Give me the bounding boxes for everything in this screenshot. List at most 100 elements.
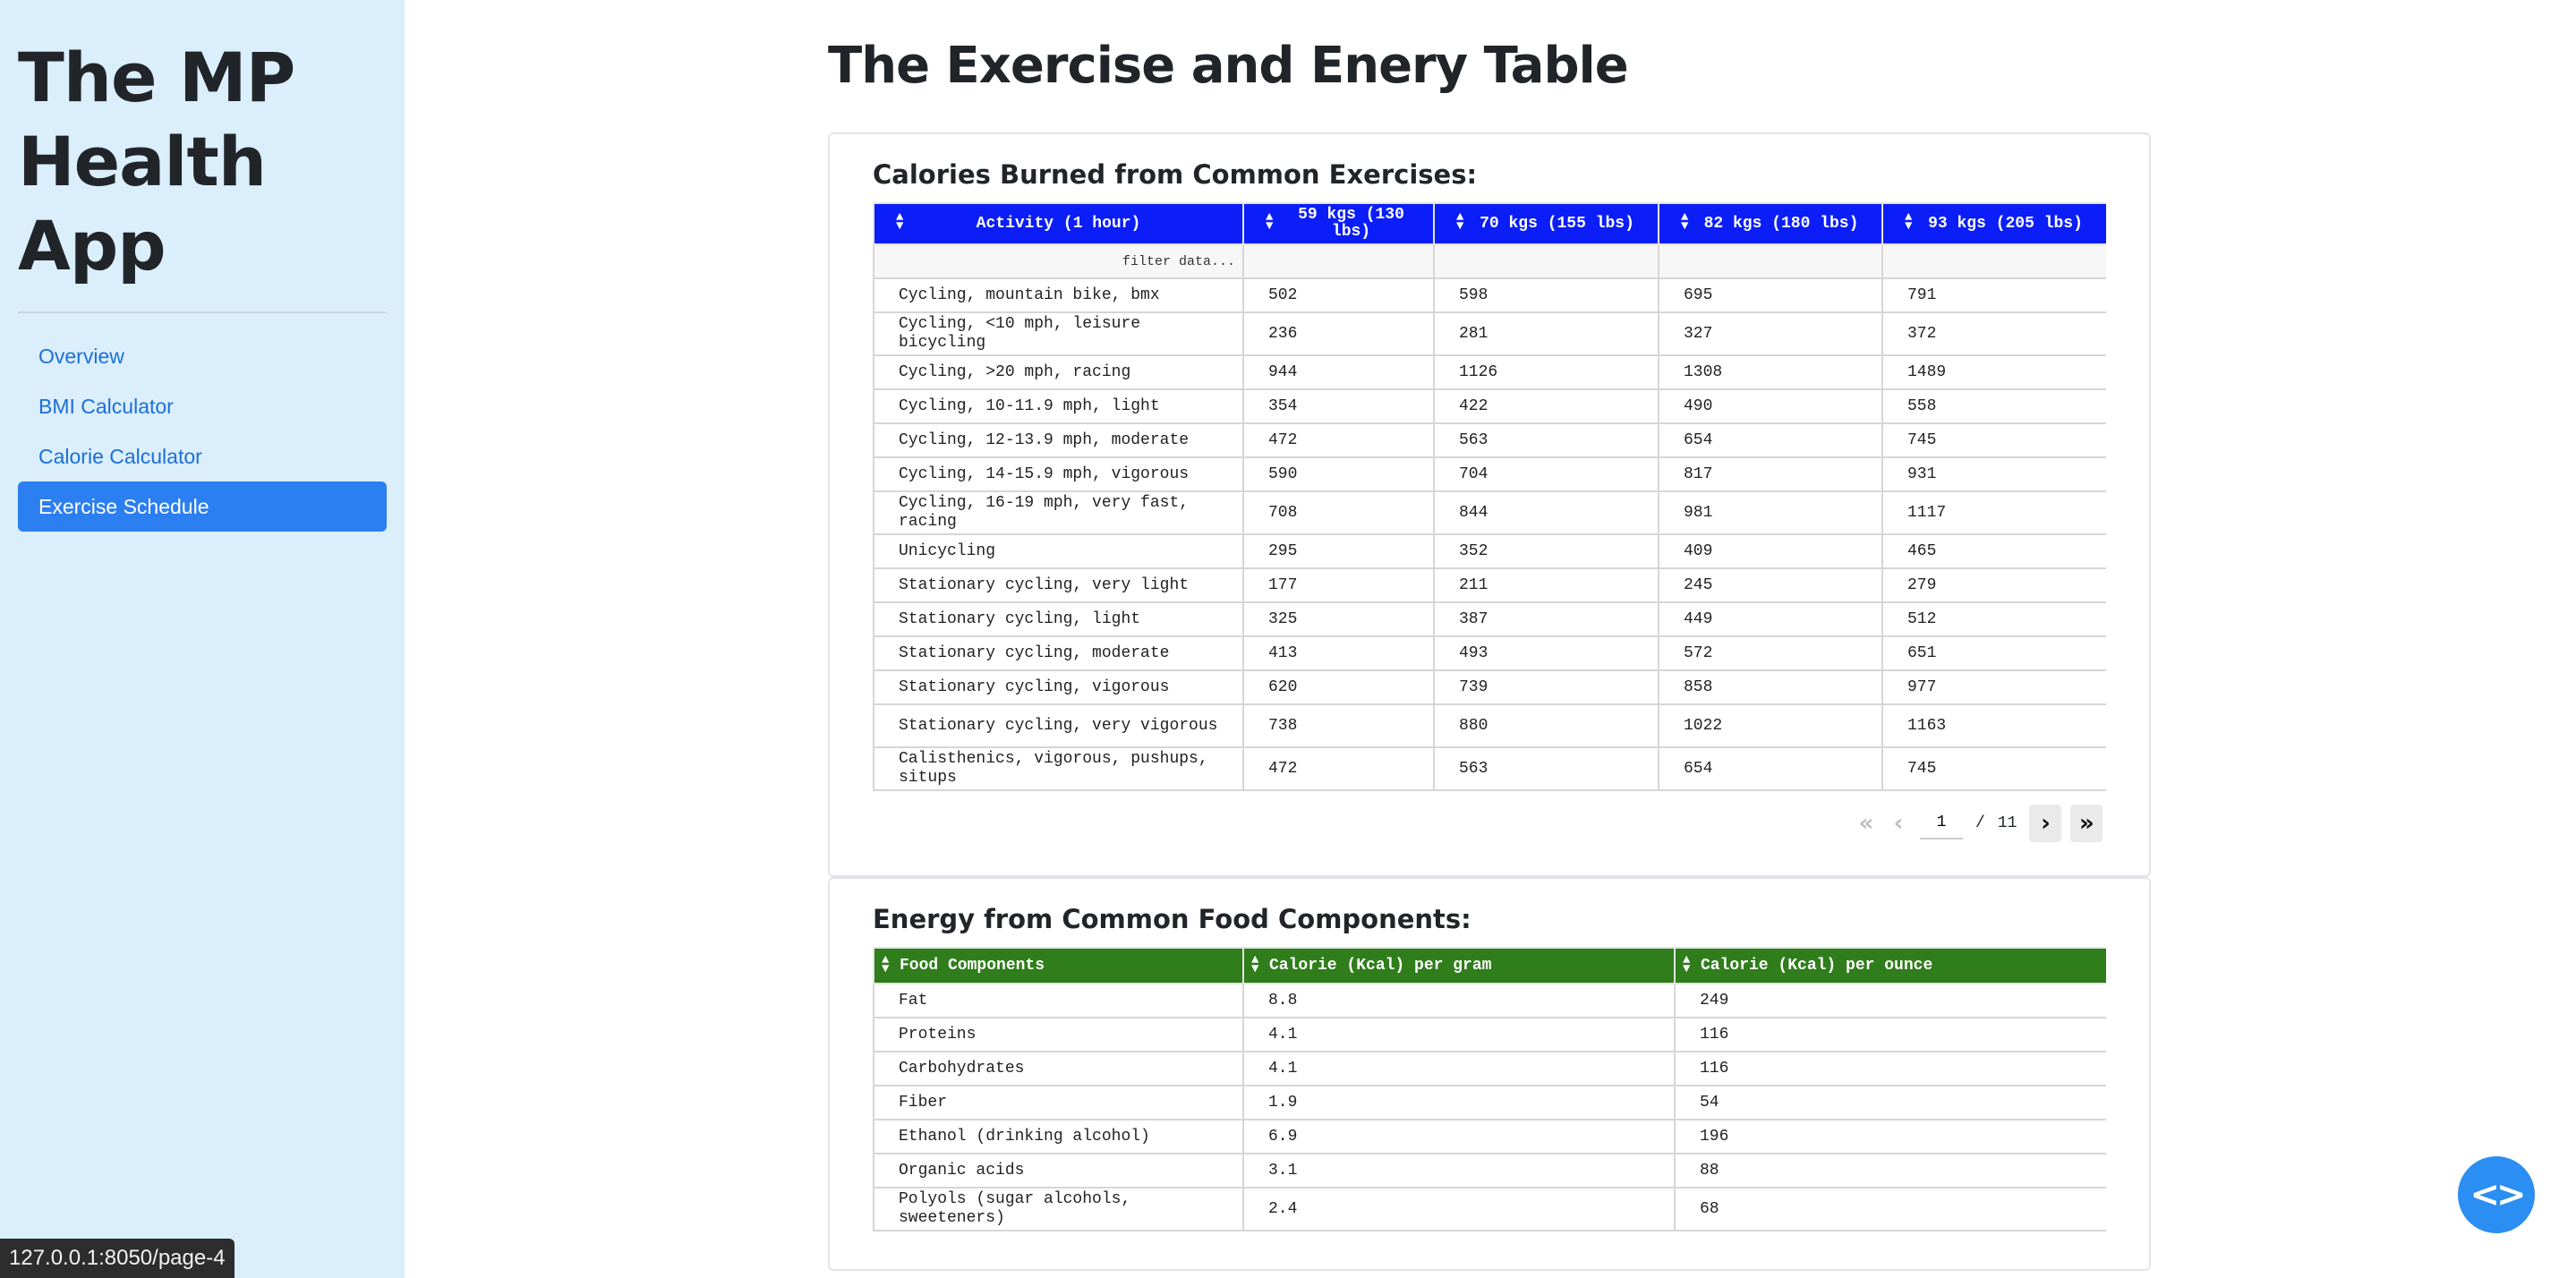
cell-kcal-per-ounce[interactable]: 54 <box>1674 1085 2106 1120</box>
cell-82kg[interactable]: 654 <box>1658 422 1883 458</box>
cell-59kg[interactable]: 708 <box>1242 490 1435 535</box>
cell-kcal-per-gram[interactable]: 8.8 <box>1242 983 1676 1018</box>
cell-93kg[interactable]: 791 <box>1881 277 2106 313</box>
cell-activity[interactable]: Calisthenics, vigorous, pushups, situps <box>873 746 1244 791</box>
filter-input-70kg[interactable] <box>1433 243 1659 279</box>
cell-activity[interactable]: Cycling, mountain bike, bmx <box>873 277 1244 313</box>
cell-kcal-per-gram[interactable]: 1.9 <box>1242 1085 1676 1120</box>
cell-food-component[interactable]: Ethanol (drinking alcohol) <box>873 1119 1244 1154</box>
cell-93kg[interactable]: 1163 <box>1881 703 2106 748</box>
cell-59kg[interactable]: 472 <box>1242 422 1435 458</box>
cell-70kg[interactable]: 211 <box>1433 567 1659 603</box>
sort-arrows-icon[interactable]: ▲ ▼ <box>882 954 889 976</box>
first-page-button[interactable]: « <box>1850 805 1882 842</box>
cell-activity[interactable]: Stationary cycling, vigorous <box>873 669 1244 705</box>
sort-arrows-icon[interactable]: ▲ ▼ <box>1683 954 1690 976</box>
cell-kcal-per-ounce[interactable]: 88 <box>1674 1153 2106 1189</box>
cell-59kg[interactable]: 177 <box>1242 567 1435 603</box>
cell-82kg[interactable]: 695 <box>1658 277 1883 313</box>
sort-arrows-icon[interactable]: ▲ ▼ <box>896 211 903 233</box>
column-header-70kg[interactable]: ▲ ▼ 70 kgs (155 lbs) <box>1433 202 1659 245</box>
cell-59kg[interactable]: 236 <box>1242 311 1435 356</box>
cell-93kg[interactable]: 931 <box>1881 456 2106 492</box>
cell-93kg[interactable]: 512 <box>1881 601 2106 637</box>
cell-93kg[interactable]: 1489 <box>1881 354 2106 390</box>
cell-93kg[interactable]: 465 <box>1881 533 2106 569</box>
cell-70kg[interactable]: 387 <box>1433 601 1659 637</box>
cell-activity[interactable]: Cycling, >20 mph, racing <box>873 354 1244 390</box>
cell-kcal-per-ounce[interactable]: 68 <box>1674 1187 2106 1231</box>
cell-activity[interactable]: Cycling, 12-13.9 mph, moderate <box>873 422 1244 458</box>
cell-82kg[interactable]: 1308 <box>1658 354 1883 390</box>
sort-arrows-icon[interactable]: ▲ ▼ <box>1681 211 1688 233</box>
cell-food-component[interactable]: Polyols (sugar alcohols, sweeteners) <box>873 1187 1244 1231</box>
cell-93kg[interactable]: 651 <box>1881 635 2106 671</box>
cell-activity[interactable]: Stationary cycling, very vigorous <box>873 703 1244 748</box>
cell-70kg[interactable]: 422 <box>1433 388 1659 424</box>
cell-82kg[interactable]: 409 <box>1658 533 1883 569</box>
column-header-kcal-per-gram[interactable]: ▲ ▼ Calorie (Kcal) per gram <box>1242 947 1676 984</box>
cell-93kg[interactable]: 558 <box>1881 388 2106 424</box>
cell-kcal-per-gram[interactable]: 4.1 <box>1242 1017 1676 1052</box>
cell-59kg[interactable]: 295 <box>1242 533 1435 569</box>
filter-input-93kg[interactable] <box>1881 243 2106 279</box>
cell-70kg[interactable]: 563 <box>1433 746 1659 791</box>
cell-82kg[interactable]: 490 <box>1658 388 1883 424</box>
cell-59kg[interactable]: 620 <box>1242 669 1435 705</box>
cell-82kg[interactable]: 858 <box>1658 669 1883 705</box>
sort-arrows-icon[interactable]: ▲ ▼ <box>1251 954 1258 976</box>
cell-82kg[interactable]: 654 <box>1658 746 1883 791</box>
cell-82kg[interactable]: 245 <box>1658 567 1883 603</box>
next-page-button[interactable]: › <box>2029 805 2062 842</box>
column-header-82kg[interactable]: ▲ ▼ 82 kgs (180 lbs) <box>1658 202 1883 245</box>
cell-kcal-per-gram[interactable]: 6.9 <box>1242 1119 1676 1154</box>
column-header-kcal-per-ounce[interactable]: ▲ ▼ Calorie (Kcal) per ounce <box>1674 947 2106 984</box>
column-header-93kg[interactable]: ▲ ▼ 93 kgs (205 lbs) <box>1881 202 2106 245</box>
cell-82kg[interactable]: 449 <box>1658 601 1883 637</box>
cell-93kg[interactable]: 279 <box>1881 567 2106 603</box>
prev-page-button[interactable]: ‹ <box>1882 805 1915 842</box>
cell-activity[interactable]: Cycling, <10 mph, leisure bicycling <box>873 311 1244 356</box>
cell-kcal-per-gram[interactable]: 2.4 <box>1242 1187 1676 1231</box>
cell-food-component[interactable]: Fat <box>873 983 1244 1018</box>
cell-70kg[interactable]: 493 <box>1433 635 1659 671</box>
cell-70kg[interactable]: 598 <box>1433 277 1659 313</box>
cell-food-component[interactable]: Carbohydrates <box>873 1051 1244 1086</box>
cell-93kg[interactable]: 1117 <box>1881 490 2106 535</box>
cell-82kg[interactable]: 817 <box>1658 456 1883 492</box>
sort-arrows-icon[interactable]: ▲ ▼ <box>1456 211 1463 233</box>
cell-activity[interactable]: Cycling, 16-19 mph, very fast, racing <box>873 490 1244 535</box>
cell-kcal-per-ounce[interactable]: 249 <box>1674 983 2106 1018</box>
cell-activity[interactable]: Stationary cycling, light <box>873 601 1244 637</box>
cell-59kg[interactable]: 738 <box>1242 703 1435 748</box>
filter-input-59kg[interactable] <box>1242 243 1435 279</box>
cell-59kg[interactable]: 325 <box>1242 601 1435 637</box>
cell-70kg[interactable]: 880 <box>1433 703 1659 748</box>
sort-arrows-icon[interactable]: ▲ ▼ <box>1266 211 1273 233</box>
cell-93kg[interactable]: 977 <box>1881 669 2106 705</box>
filter-input-activity[interactable]: filter data... <box>873 243 1244 279</box>
cell-food-component[interactable]: Proteins <box>873 1017 1244 1052</box>
cell-70kg[interactable]: 563 <box>1433 422 1659 458</box>
cell-59kg[interactable]: 590 <box>1242 456 1435 492</box>
nav-item-exercise-schedule[interactable]: Exercise Schedule <box>18 481 387 532</box>
column-header-activity[interactable]: ▲ ▼ Activity (1 hour) <box>873 202 1244 245</box>
cell-93kg[interactable]: 745 <box>1881 422 2106 458</box>
cell-activity[interactable]: Cycling, 10-11.9 mph, light <box>873 388 1244 424</box>
cell-82kg[interactable]: 327 <box>1658 311 1883 356</box>
cell-82kg[interactable]: 572 <box>1658 635 1883 671</box>
cell-kcal-per-ounce[interactable]: 116 <box>1674 1017 2106 1052</box>
page-number-input[interactable] <box>1920 807 1963 839</box>
exercise-table-scroll[interactable]: ▲ ▼ Activity (1 hour) ▲ ▼ 59 kgs (130 lbs) ▲… <box>873 202 2106 795</box>
cell-93kg[interactable]: 372 <box>1881 311 2106 356</box>
cell-59kg[interactable]: 502 <box>1242 277 1435 313</box>
cell-70kg[interactable]: 281 <box>1433 311 1659 356</box>
cell-59kg[interactable]: 354 <box>1242 388 1435 424</box>
cell-kcal-per-gram[interactable]: 4.1 <box>1242 1051 1676 1086</box>
cell-59kg[interactable]: 413 <box>1242 635 1435 671</box>
cell-82kg[interactable]: 981 <box>1658 490 1883 535</box>
nav-item-overview[interactable]: Overview <box>18 331 387 381</box>
cell-70kg[interactable]: 739 <box>1433 669 1659 705</box>
cell-kcal-per-ounce[interactable]: 116 <box>1674 1051 2106 1086</box>
column-header-food-components[interactable]: ▲ ▼ Food Components <box>873 947 1244 984</box>
